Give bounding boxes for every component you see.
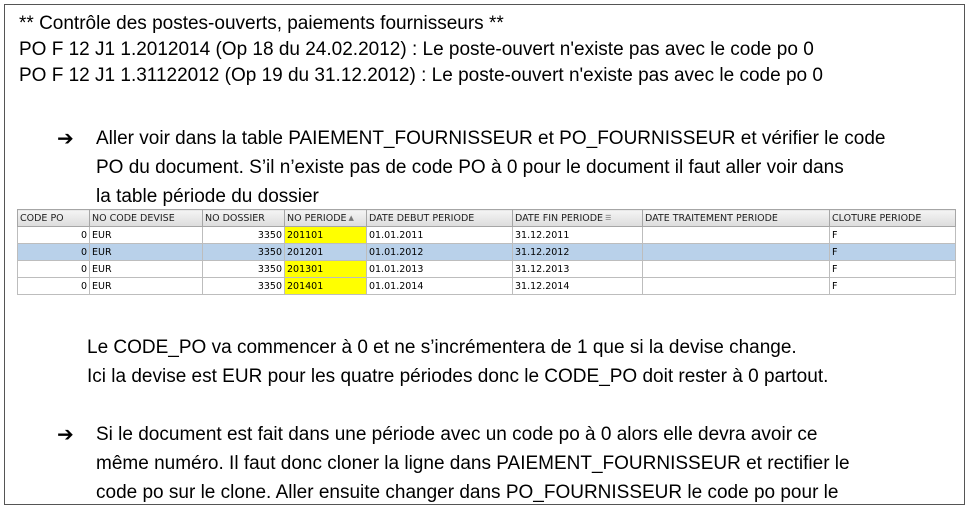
- cell-code-po: 0: [17, 226, 90, 244]
- instruction-1-line-3: la table période du dossier: [96, 186, 319, 207]
- cell-no-periode: 201301: [284, 260, 367, 278]
- cell-no-dossier: 3350: [202, 260, 285, 278]
- sort-ascending-icon[interactable]: ▲: [349, 214, 358, 222]
- cell-date-traitement-periode: [642, 243, 830, 261]
- instruction-2-line-2: même numéro. Il faut donc cloner la lign…: [96, 453, 850, 474]
- cell-no-code-devise: EUR: [89, 243, 203, 261]
- column-header-no-dossier[interactable]: NO DOSSIER: [202, 209, 285, 227]
- cell-date-debut-periode: 01.01.2014: [366, 277, 513, 295]
- arrow-right-icon: ➔: [57, 128, 74, 150]
- instruction-paragraph-2: Si le document est fait dans une période…: [96, 420, 850, 504]
- document-frame: ** Contrôle des postes-ouverts, paiement…: [4, 4, 965, 505]
- cell-date-traitement-periode: [642, 277, 830, 295]
- column-header-no-periode[interactable]: NO PERIODE ▲: [284, 209, 367, 227]
- cell-date-debut-periode: 01.01.2013: [366, 260, 513, 278]
- cell-cloture-periode: F: [829, 243, 956, 261]
- filter-icon[interactable]: ☰: [605, 214, 614, 222]
- periode-table: CODE PO NO CODE DEVISE NO DOSSIER NO PER…: [17, 209, 956, 295]
- instruction-paragraph-1: Aller voir dans la table PAIEMENT_FOURNI…: [96, 124, 885, 211]
- cell-code-po: 0: [17, 243, 90, 261]
- cell-date-debut-periode: 01.01.2011: [366, 226, 513, 244]
- cell-no-periode: 201101: [284, 226, 367, 244]
- cell-no-code-devise: EUR: [89, 260, 203, 278]
- cell-no-periode: 201201: [284, 243, 367, 261]
- column-header-no-periode-label: NO PERIODE: [287, 212, 347, 224]
- cell-date-fin-periode: 31.12.2011: [512, 226, 643, 244]
- cell-cloture-periode: F: [829, 277, 956, 295]
- header-title: ** Contrôle des postes-ouverts, paiement…: [19, 13, 504, 34]
- cell-no-code-devise: EUR: [89, 277, 203, 295]
- cell-date-fin-periode: 31.12.2014: [512, 277, 643, 295]
- cell-date-fin-periode: 31.12.2013: [512, 260, 643, 278]
- note-paragraph: Le CODE_PO va commencer à 0 et ne s’incr…: [87, 333, 828, 391]
- table-row[interactable]: 0 EUR 3350 201101 01.01.2011 31.12.2011 …: [17, 226, 956, 244]
- instruction-2-line-1: Si le document est fait dans une période…: [96, 424, 818, 445]
- cell-code-po: 0: [17, 260, 90, 278]
- cell-date-fin-periode: 31.12.2012: [512, 243, 643, 261]
- column-header-no-code-devise[interactable]: NO CODE DEVISE: [89, 209, 203, 227]
- table-header-row: CODE PO NO CODE DEVISE NO DOSSIER NO PER…: [17, 209, 956, 227]
- table-row-selected[interactable]: 0 EUR 3350 201201 01.01.2012 31.12.2012 …: [17, 243, 956, 261]
- column-header-cloture-periode[interactable]: CLOTURE PERIODE: [829, 209, 956, 227]
- instruction-1-line-2: PO du document. S’il n’existe pas de cod…: [96, 157, 844, 178]
- error-line-1: PO F 12 J1 1.2012014 (Op 18 du 24.02.201…: [19, 39, 814, 60]
- table-row[interactable]: 0 EUR 3350 201401 01.01.2014 31.12.2014 …: [17, 277, 956, 295]
- column-header-date-traitement-periode[interactable]: DATE TRAITEMENT PERIODE: [642, 209, 830, 227]
- cell-no-code-devise: EUR: [89, 226, 203, 244]
- cell-cloture-periode: F: [829, 260, 956, 278]
- column-header-code-po[interactable]: CODE PO: [17, 209, 90, 227]
- cell-date-traitement-periode: [642, 260, 830, 278]
- instruction-2-line-3: code po sur le clone. Aller ensuite chan…: [96, 482, 839, 503]
- cell-code-po: 0: [17, 277, 90, 295]
- table-row[interactable]: 0 EUR 3350 201301 01.01.2013 31.12.2013 …: [17, 260, 956, 278]
- column-header-date-debut-periode[interactable]: DATE DEBUT PERIODE: [366, 209, 513, 227]
- cell-date-debut-periode: 01.01.2012: [366, 243, 513, 261]
- cell-no-dossier: 3350: [202, 277, 285, 295]
- cell-cloture-periode: F: [829, 226, 956, 244]
- cell-date-traitement-periode: [642, 226, 830, 244]
- arrow-right-icon: ➔: [57, 424, 74, 446]
- cell-no-periode: 201401: [284, 277, 367, 295]
- cell-no-dossier: 3350: [202, 243, 285, 261]
- error-line-2: PO F 12 J1 1.31122012 (Op 19 du 31.12.20…: [19, 65, 823, 86]
- cell-no-dossier: 3350: [202, 226, 285, 244]
- column-header-date-fin-periode[interactable]: DATE FIN PERIODE ☰: [512, 209, 643, 227]
- note-line-1: Le CODE_PO va commencer à 0 et ne s’incr…: [87, 337, 797, 358]
- column-header-date-fin-periode-label: DATE FIN PERIODE: [515, 212, 604, 224]
- instruction-1-line-1: Aller voir dans la table PAIEMENT_FOURNI…: [96, 128, 886, 149]
- note-line-2: Ici la devise est EUR pour les quatre pé…: [87, 366, 829, 387]
